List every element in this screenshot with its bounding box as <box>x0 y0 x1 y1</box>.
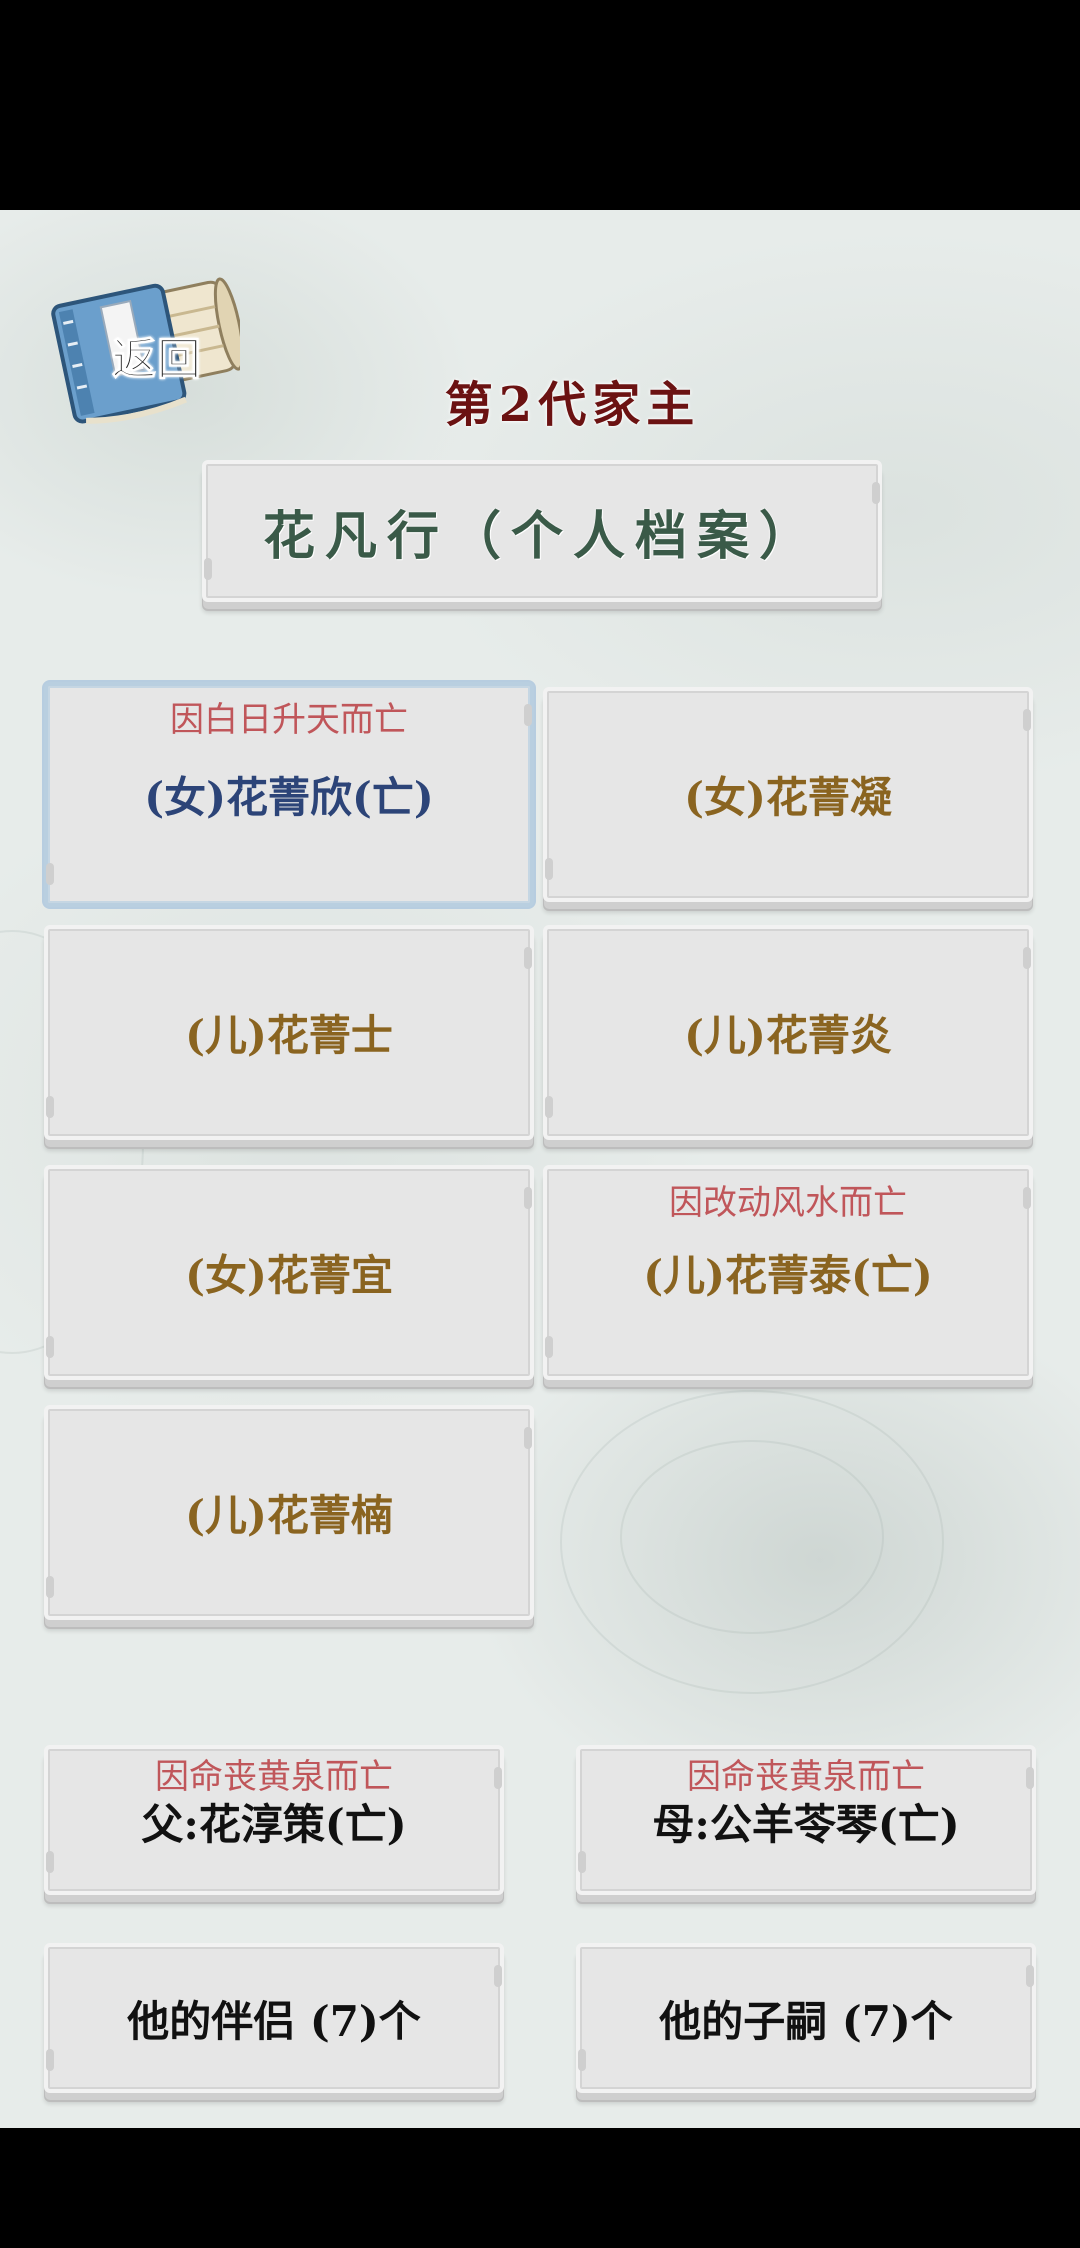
mother-card[interactable]: 因命丧黄泉而亡 母:公羊苓琴(亡) <box>576 1745 1036 1895</box>
partners-button[interactable]: 他的伴侣 (7)个 <box>44 1943 504 2093</box>
child-name: (儿)花菁泰(亡) <box>643 1251 933 1300</box>
mother-name: 母:公羊苓琴(亡) <box>652 1800 960 1849</box>
child-name: (女)花菁宜 <box>185 1251 393 1300</box>
family-profile-screen: 返回 第2代家主 花凡行（个人档案） 因白日升天而亡 (女)花菁欣(亡) (女)… <box>0 210 1080 2128</box>
child-card[interactable]: (女)花菁凝 <box>543 687 1033 902</box>
background-swirl <box>620 1440 884 1634</box>
child-name: (女)花菁欣(亡) <box>144 773 434 822</box>
child-card[interactable]: (儿)花菁楠 <box>44 1405 534 1620</box>
generation-title: 第2代家主 <box>444 377 701 433</box>
partners-label: 他的伴侣 (7)个 <box>127 1996 421 2046</box>
status-bar <box>0 0 1080 210</box>
child-card[interactable]: (儿)花菁炎 <box>543 925 1033 1140</box>
descendants-button[interactable]: 他的子嗣 (7)个 <box>576 1943 1036 2093</box>
profile-title-panel: 花凡行（个人档案） <box>202 460 882 602</box>
profile-title: 花凡行（个人档案） <box>262 505 821 567</box>
child-card[interactable]: (儿)花菁士 <box>44 925 534 1140</box>
child-card[interactable]: (女)花菁宜 <box>44 1165 534 1380</box>
descendants-label: 他的子嗣 (7)个 <box>659 1996 953 2046</box>
child-name: (儿)花菁楠 <box>185 1491 393 1540</box>
child-name: (儿)花菁炎 <box>684 1011 892 1060</box>
child-name: (儿)花菁士 <box>185 1011 393 1060</box>
father-name: 父:花淳策(亡) <box>141 1800 407 1849</box>
child-name: (女)花菁凝 <box>684 773 892 822</box>
child-card[interactable]: 因白日升天而亡 (女)花菁欣(亡) <box>44 682 534 907</box>
child-card[interactable]: 因改动风水而亡 (儿)花菁泰(亡) <box>543 1165 1033 1380</box>
father-card[interactable]: 因命丧黄泉而亡 父:花淳策(亡) <box>44 1745 504 1895</box>
navigation-bar <box>0 2128 1080 2248</box>
